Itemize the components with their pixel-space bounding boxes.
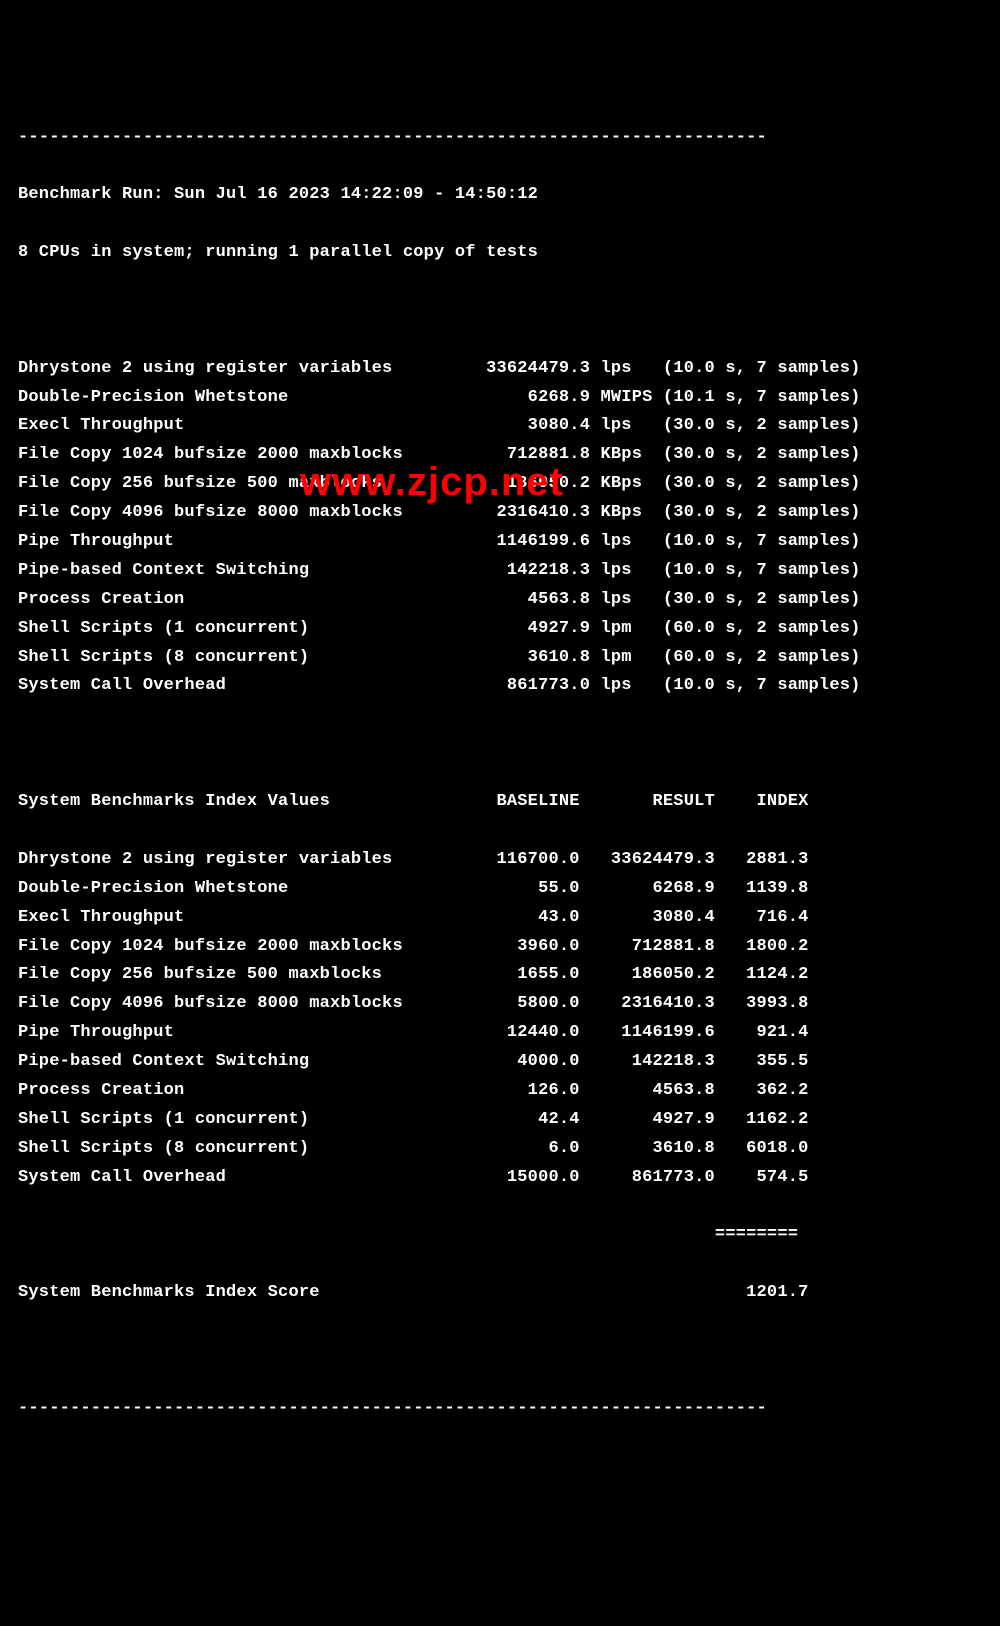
index-row: Execl Throughput 43.0 3080.4 716.4: [18, 904, 982, 933]
test-result-row: Pipe Throughput 1146199.6 lps (10.0 s, 7…: [18, 528, 982, 557]
index-row: File Copy 1024 bufsize 2000 maxblocks 39…: [18, 933, 982, 962]
benchmark-run-line: Benchmark Run: Sun Jul 16 2023 14:22:09 …: [18, 181, 982, 210]
separator-bottom: ----------------------------------------…: [18, 1395, 982, 1424]
test-result-row: Shell Scripts (8 concurrent) 3610.8 lpm …: [18, 644, 982, 673]
blank-line: [18, 297, 982, 326]
index-row: Shell Scripts (8 concurrent) 6.0 3610.8 …: [18, 1135, 982, 1164]
score-separator: ========: [18, 1221, 982, 1250]
test-result-row: File Copy 4096 bufsize 8000 maxblocks 23…: [18, 499, 982, 528]
blank-line: [18, 730, 982, 759]
test-result-row: Pipe-based Context Switching 142218.3 lp…: [18, 557, 982, 586]
test-results-block: Dhrystone 2 using register variables 336…: [18, 355, 982, 702]
test-result-row: Shell Scripts (1 concurrent) 4927.9 lpm …: [18, 615, 982, 644]
index-row: Dhrystone 2 using register variables 116…: [18, 846, 982, 875]
index-row: Pipe Throughput 12440.0 1146199.6 921.4: [18, 1019, 982, 1048]
index-row: System Call Overhead 15000.0 861773.0 57…: [18, 1164, 982, 1193]
test-result-row: System Call Overhead 861773.0 lps (10.0 …: [18, 672, 982, 701]
index-row: Shell Scripts (1 concurrent) 42.4 4927.9…: [18, 1106, 982, 1135]
index-row: File Copy 4096 bufsize 8000 maxblocks 58…: [18, 990, 982, 1019]
test-result-row: Process Creation 4563.8 lps (30.0 s, 2 s…: [18, 586, 982, 615]
test-result-row: Dhrystone 2 using register variables 336…: [18, 355, 982, 384]
index-row: Pipe-based Context Switching 4000.0 1422…: [18, 1048, 982, 1077]
index-row: Double-Precision Whetstone 55.0 6268.9 1…: [18, 875, 982, 904]
test-result-row: Execl Throughput 3080.4 lps (30.0 s, 2 s…: [18, 412, 982, 441]
index-row: File Copy 256 bufsize 500 maxblocks 1655…: [18, 961, 982, 990]
index-row: Process Creation 126.0 4563.8 362.2: [18, 1077, 982, 1106]
blank-line: [18, 1337, 982, 1366]
index-values-block: Dhrystone 2 using register variables 116…: [18, 846, 982, 1193]
cpu-info-line: 8 CPUs in system; running 1 parallel cop…: [18, 239, 982, 268]
index-header-row: System Benchmarks Index Values BASELINE …: [18, 788, 982, 817]
test-result-row: File Copy 256 bufsize 500 maxblocks 1860…: [18, 470, 982, 499]
separator-top: ----------------------------------------…: [18, 124, 982, 153]
test-result-row: Double-Precision Whetstone 6268.9 MWIPS …: [18, 384, 982, 413]
final-score-row: System Benchmarks Index Score 1201.7: [18, 1279, 982, 1308]
test-result-row: File Copy 1024 bufsize 2000 maxblocks 71…: [18, 441, 982, 470]
